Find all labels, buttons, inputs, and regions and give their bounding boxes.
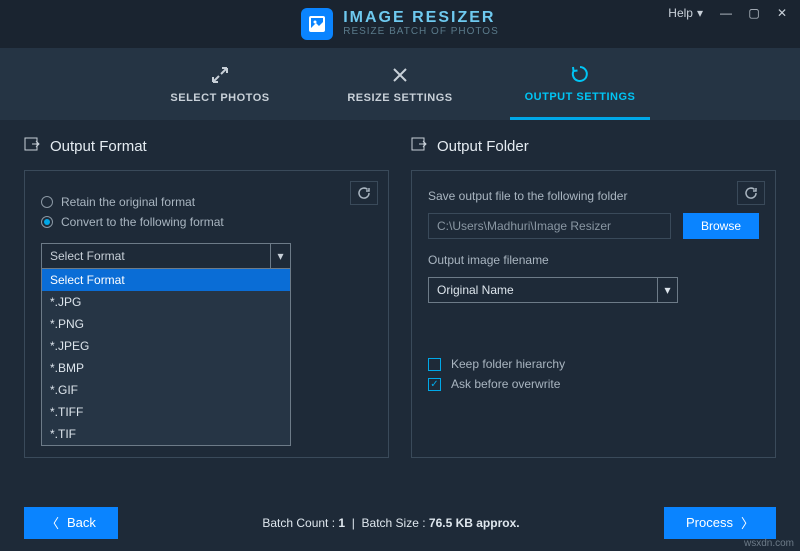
chevron-left-icon: 〈: [46, 513, 59, 532]
reset-folder-button[interactable]: [737, 181, 765, 205]
chevron-down-icon: ▾: [697, 6, 703, 20]
chevron-right-icon: 〉: [741, 513, 754, 532]
ask-overwrite-checkbox[interactable]: ✓ Ask before overwrite: [428, 377, 759, 391]
checkbox-icon: ✓: [428, 378, 441, 391]
format-option[interactable]: *.TIFF: [42, 401, 290, 423]
resize-icon: [390, 64, 410, 86]
checkbox-icon: [428, 358, 441, 371]
format-option[interactable]: *.JPG: [42, 291, 290, 313]
output-folder-heading: Output Folder: [437, 138, 529, 155]
save-folder-label: Save output file to the following folder: [428, 189, 759, 203]
app-title: IMAGE RESIZER: [343, 10, 499, 27]
format-option[interactable]: *.BMP: [42, 357, 290, 379]
app-brand: IMAGE RESIZER RESIZE BATCH OF PHOTOS: [301, 8, 499, 40]
format-option[interactable]: Select Format: [42, 269, 290, 291]
browse-button[interactable]: Browse: [683, 213, 759, 239]
keep-hierarchy-checkbox[interactable]: Keep folder hierarchy: [428, 357, 759, 371]
output-folder-panel: Output Folder Save output file to the fo…: [411, 136, 776, 458]
tab-resize-settings[interactable]: RESIZE SETTINGS: [330, 48, 470, 120]
back-button[interactable]: 〈 Back: [24, 507, 118, 539]
filename-select[interactable]: Original Name ▾: [428, 277, 678, 303]
radio-icon: [41, 196, 53, 208]
format-option[interactable]: *.PNG: [42, 313, 290, 335]
radio-convert-format[interactable]: Convert to the following format: [41, 215, 372, 229]
output-format-heading: Output Format: [50, 138, 147, 155]
close-button[interactable]: ✕: [769, 3, 795, 23]
help-menu[interactable]: Help▾: [660, 0, 711, 26]
radio-icon: [41, 216, 53, 228]
format-option[interactable]: *.JPEG: [42, 335, 290, 357]
radio-retain-original[interactable]: Retain the original format: [41, 195, 372, 209]
format-dropdown: Select Format *.JPG *.PNG *.JPEG *.BMP *…: [41, 269, 291, 446]
chevron-down-icon: ▾: [657, 278, 677, 302]
app-logo-icon: [301, 8, 333, 40]
output-path-field[interactable]: C:\Users\Madhuri\Image Resizer: [428, 213, 671, 239]
maximize-button[interactable]: ▢: [741, 3, 767, 23]
reset-format-button[interactable]: [350, 181, 378, 205]
watermark: wsxdn.com: [744, 538, 794, 549]
minimize-button[interactable]: —: [713, 3, 739, 23]
app-subtitle: RESIZE BATCH OF PHOTOS: [343, 27, 499, 38]
format-option[interactable]: *.TIF: [42, 423, 290, 445]
tab-select-photos[interactable]: SELECT PHOTOS: [150, 48, 290, 120]
format-select[interactable]: Select Format ▾: [41, 243, 291, 269]
expand-icon: [210, 64, 230, 86]
tab-output-settings[interactable]: OUTPUT SETTINGS: [510, 48, 650, 120]
output-format-panel: Output Format Retain the original format…: [24, 136, 389, 458]
folder-export-icon: [411, 136, 427, 156]
export-icon: [24, 136, 40, 156]
chevron-down-icon: ▾: [270, 244, 290, 268]
refresh-icon: [570, 63, 590, 85]
batch-status: Batch Count : 1 | Batch Size : 76.5 KB a…: [262, 516, 519, 530]
format-option[interactable]: *.GIF: [42, 379, 290, 401]
process-button[interactable]: Process 〉: [664, 507, 776, 539]
filename-label: Output image filename: [428, 253, 759, 267]
